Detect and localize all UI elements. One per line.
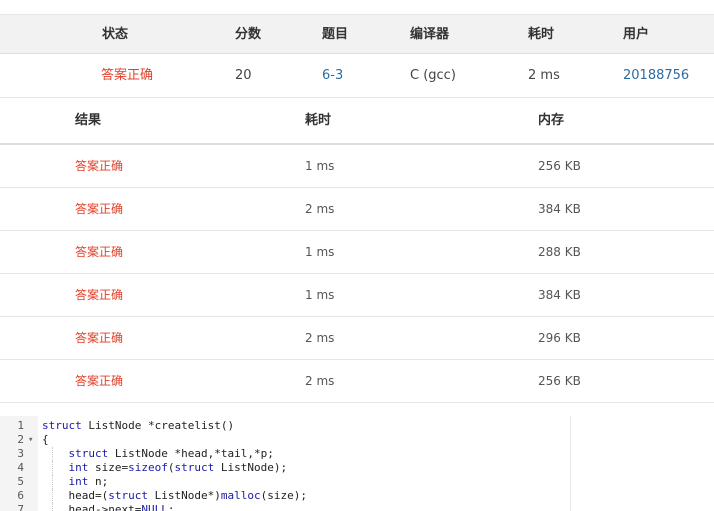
test-result: 答案正确: [75, 245, 124, 259]
table-row: 答案正确 2 ms 256 KB: [0, 360, 714, 403]
submission-summary-header: 状态 分数 题目 编译器 耗时 用户: [0, 14, 714, 54]
test-time: 1 ms: [305, 288, 335, 302]
test-memory: 288 KB: [538, 245, 581, 259]
test-result: 答案正确: [75, 374, 124, 388]
line-number: 3: [17, 447, 24, 460]
code-line: 3 struct ListNode *head,*tail,*p;: [0, 447, 714, 461]
table-row: 答案正确 1 ms 384 KB: [0, 274, 714, 317]
test-time: 2 ms: [305, 202, 335, 216]
code-line: 6 head=(struct ListNode*)malloc(size);: [0, 489, 714, 503]
header-status: 状态: [102, 27, 129, 42]
header-test-time: 耗时: [305, 113, 332, 128]
compiler-value: C (gcc): [410, 68, 456, 83]
submission-summary-row: 答案正确 20 6-3 C (gcc) 2 ms 20188756: [0, 54, 714, 98]
test-result: 答案正确: [75, 202, 124, 216]
problem-link[interactable]: 6-3: [322, 54, 343, 97]
code-line: 2 ▾ {: [0, 433, 714, 447]
code-line: 4 int size=sizeof(struct ListNode);: [0, 461, 714, 475]
status-badge: 答案正确: [101, 68, 154, 83]
test-result: 答案正确: [75, 331, 124, 345]
header-user: 用户: [623, 27, 650, 42]
table-row: 答案正确 1 ms 288 KB: [0, 231, 714, 274]
test-memory: 384 KB: [538, 202, 581, 216]
code-line: 7 head->next=NULL;: [0, 503, 714, 511]
line-number: 4: [17, 461, 24, 474]
code-text: int n;: [68, 475, 109, 488]
code-text: head=(struct ListNode*)malloc(size);: [42, 489, 307, 502]
test-time: 1 ms: [305, 159, 335, 173]
table-row: 答案正确 1 ms 256 KB: [0, 145, 714, 188]
code-text: {: [42, 433, 49, 446]
code-text: int size=sizeof(struct ListNode);: [68, 461, 288, 474]
header-time: 耗时: [528, 27, 555, 42]
time-value: 2 ms: [528, 68, 560, 83]
header-memory: 内存: [538, 113, 565, 128]
line-number: 5: [17, 475, 24, 488]
code-line: 1 struct ListNode *createlist(): [0, 419, 714, 433]
header-score: 分数: [235, 27, 262, 42]
line-number: 1: [17, 419, 24, 432]
test-time: 2 ms: [305, 331, 335, 345]
code-text: head->next=NULL;: [42, 503, 175, 511]
fold-toggle-icon[interactable]: ▾: [28, 433, 33, 447]
table-row: 答案正确 2 ms 296 KB: [0, 317, 714, 360]
test-result: 答案正确: [75, 288, 124, 302]
user-link[interactable]: 20188756: [623, 54, 689, 97]
test-result: 答案正确: [75, 159, 124, 173]
code-text: struct ListNode *createlist(): [42, 419, 235, 432]
code-line: 5 int n;: [0, 475, 714, 489]
test-time: 2 ms: [305, 374, 335, 388]
header-compiler: 编译器: [410, 27, 450, 42]
test-memory: 296 KB: [538, 331, 581, 345]
line-number: 7: [17, 503, 24, 511]
code-editor[interactable]: 1 struct ListNode *createlist() 2 ▾ {3 struc…: [0, 416, 714, 511]
test-time: 1 ms: [305, 245, 335, 259]
table-row: 答案正确 2 ms 384 KB: [0, 188, 714, 231]
score-value: 20: [235, 68, 252, 83]
test-memory: 256 KB: [538, 159, 581, 173]
code-text: struct ListNode *head,*tail,*p;: [68, 447, 274, 460]
header-result: 结果: [75, 113, 102, 128]
test-memory: 384 KB: [538, 288, 581, 302]
header-problem: 题目: [322, 27, 349, 42]
line-number: 2: [17, 433, 24, 446]
line-number: 6: [17, 489, 24, 502]
testcase-table-header: 结果 耗时 内存: [0, 98, 714, 145]
test-memory: 256 KB: [538, 374, 581, 388]
